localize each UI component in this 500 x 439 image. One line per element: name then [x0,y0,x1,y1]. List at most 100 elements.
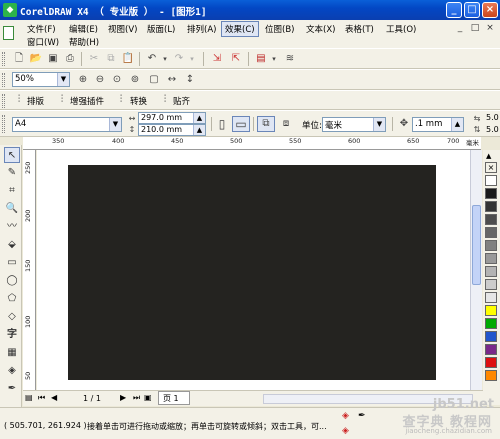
color-swatch[interactable] [485,344,497,355]
current-page-icon[interactable]: ⧈ [279,117,293,131]
color-swatch[interactable] [485,305,497,316]
zoom-page-width-icon[interactable]: ↔ [165,73,179,87]
width-spin-icon[interactable]: ▲ [193,113,205,123]
menu-edit[interactable]: 编辑(E) [66,22,101,36]
color-swatch[interactable] [485,175,497,186]
menu-bitmaps[interactable]: 位图(B) [262,22,297,36]
launcher-dropdown-icon[interactable]: ▾ [267,52,281,66]
color-swatch[interactable] [485,331,497,342]
basic-shapes-icon[interactable]: ◇ [4,309,20,325]
paper-type-combo[interactable]: A4 ▼ [12,117,122,132]
menu-arrange[interactable]: 排列(A) [184,22,219,36]
undo-dropdown-icon[interactable]: ▾ [158,52,172,66]
color-swatch[interactable] [485,318,497,329]
crop-tool-icon[interactable]: ⌗ [4,183,20,199]
color-swatch[interactable] [485,214,497,225]
print-icon[interactable]: ⎙ [63,52,77,66]
duplicate-distance-v[interactable]: 5.0 [486,125,499,134]
document-page[interactable] [68,165,436,380]
ellipse-tool-icon[interactable]: ◯ [4,273,20,289]
mdi-minimize-button[interactable]: _ [454,23,466,35]
page-tab[interactable]: 页 1 [158,391,190,405]
zoom-level-combo[interactable]: 50% ▼ [12,72,70,87]
zoom-all-objects-icon[interactable]: ⊚ [128,73,142,87]
menu-window[interactable]: 窗口(W) [24,35,62,49]
mdi-close-button[interactable]: × [484,23,496,35]
freehand-tool-icon[interactable]: 〰 [4,219,20,235]
pick-tool-icon[interactable]: ↖ [4,147,20,163]
convert-button[interactable]: 转换 [130,95,147,107]
vertical-ruler[interactable]: 250 200 150 100 50 [23,150,36,390]
plugin-icon[interactable]: ⫶ [55,93,69,107]
save-icon[interactable]: ▣ [46,52,60,66]
menu-text[interactable]: 文本(X) [303,22,338,36]
rectangle-tool-icon[interactable]: ▭ [4,255,20,271]
color-swatch[interactable] [485,266,497,277]
add-page-icon[interactable]: ▣ [144,393,152,402]
close-button[interactable]: × [482,2,498,18]
duplicate-distance-h[interactable]: 5.0 [486,113,499,122]
smart-fill-icon[interactable]: ⬙ [4,237,20,253]
zoom-out-icon[interactable]: ⊖ [93,73,107,87]
menu-table[interactable]: 表格(T) [342,22,377,36]
page-options-icon[interactable]: ▤ [25,393,33,402]
last-page-icon[interactable]: ⏭ [133,393,140,403]
zoom-page-height-icon[interactable]: ↕ [183,73,197,87]
shape-tool-icon[interactable]: ✎ [4,165,20,181]
palette-scroll-up-icon[interactable]: ▲ [486,152,491,160]
snap-button[interactable]: 贴齐 [173,95,190,107]
mdi-restore-button[interactable]: □ [469,23,481,35]
new-icon[interactable]: 🗋 [12,52,26,66]
typeset-icon[interactable]: ⫶ [12,93,26,107]
zoom-page-icon[interactable]: ▢ [147,73,161,87]
application-launcher-icon[interactable]: ▤ [254,52,268,66]
color-swatch[interactable] [485,370,497,381]
landscape-icon[interactable]: ▭ [232,116,250,132]
text-tool-icon[interactable]: 字 [4,327,20,343]
zoom-selected-icon[interactable]: ⊙ [110,73,124,87]
table-tool-icon[interactable]: ▦ [4,345,20,361]
units-combo[interactable]: 毫米 ▼ [322,117,386,132]
color-swatch[interactable] [485,201,497,212]
vertical-scrollbar[interactable] [470,150,482,390]
all-pages-icon[interactable]: ⧉ [257,116,275,132]
convert-icon[interactable]: ⫶ [114,93,128,107]
redo-icon[interactable]: ↷ [172,52,186,66]
minimize-button[interactable]: _ [446,2,462,18]
import-icon[interactable]: ⇲ [210,52,224,66]
paper-height-input[interactable]: 210.0 mm ▲ [138,124,206,136]
menu-view[interactable]: 视图(V) [105,22,140,36]
menu-file[interactable]: 文件(F) [24,22,59,36]
zoom-in-icon[interactable]: ⊕ [76,73,90,87]
zoom-tool-icon[interactable]: 🔍 [4,201,20,217]
chevron-down-icon[interactable]: ▼ [373,118,385,131]
height-spin-icon[interactable]: ▲ [193,125,205,135]
snap-icon[interactable]: ⫶ [158,93,172,107]
menu-help[interactable]: 帮助(H) [66,35,102,49]
maximize-button[interactable]: □ [464,2,480,18]
no-color-swatch[interactable]: × [485,162,497,173]
color-swatch[interactable] [485,240,497,251]
menu-effects[interactable]: 效果(C) [221,21,259,37]
interactive-blend-icon[interactable]: ◈ [4,363,20,379]
eyedropper-tool-icon[interactable]: ✒ [4,381,20,397]
chevron-down-icon[interactable]: ▼ [109,118,121,131]
nudge-spin-icon[interactable]: ▲ [451,118,463,131]
redo-dropdown-icon[interactable]: ▾ [185,52,199,66]
menu-layout[interactable]: 版面(L) [144,22,178,36]
color-swatch[interactable] [485,188,497,199]
open-icon[interactable]: 📂 [29,52,43,66]
polygon-tool-icon[interactable]: ⬠ [4,291,20,307]
paper-width-input[interactable]: 297.0 mm ▲ [138,112,206,124]
color-swatch[interactable] [485,279,497,290]
welcome-screen-icon[interactable]: ≋ [283,52,297,66]
copy-icon[interactable]: ⧉ [104,52,118,66]
paste-icon[interactable]: 📋 [121,52,135,66]
color-swatch[interactable] [485,253,497,264]
chevron-down-icon[interactable]: ▼ [57,73,69,86]
color-swatch[interactable] [485,357,497,368]
menu-tools[interactable]: 工具(O) [383,22,419,36]
cut-icon[interactable]: ✂ [87,52,101,66]
scroll-thumb[interactable] [472,205,481,285]
undo-icon[interactable]: ↶ [145,52,159,66]
